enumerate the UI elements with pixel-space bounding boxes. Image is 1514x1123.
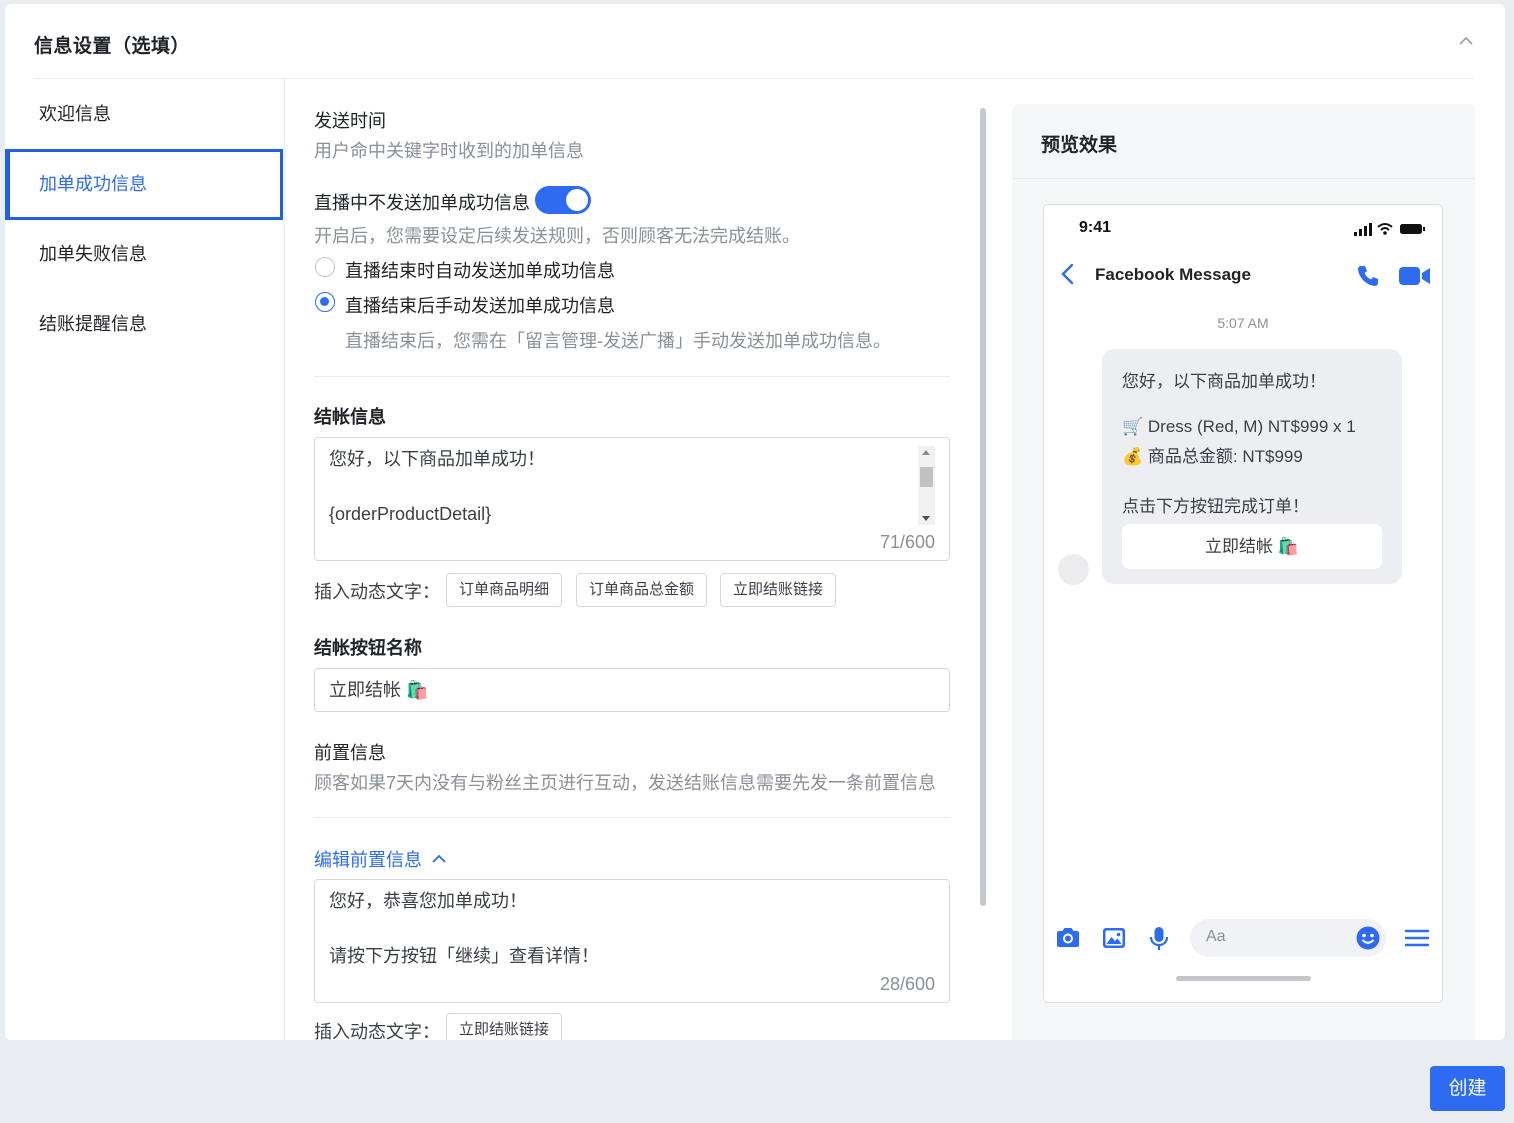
scroll-down-icon[interactable] [922,516,930,521]
button-name-input[interactable]: 立即结帐 🛍️ [314,668,950,712]
pre-message-textarea[interactable]: 您好，恭喜您加单成功！ 请按下方按钮「继续」查看详情！ 28/600 [314,879,950,1003]
camera-icon[interactable] [1054,924,1082,952]
bubble-checkout-button[interactable]: 立即结帐 🛍️ [1122,524,1382,569]
chip-order-total[interactable]: 订单商品总金额 [576,573,708,607]
checkout-message-line2: {orderProductDetail} [329,504,492,524]
preview-title: 预览效果 [1041,135,1118,156]
chip-checkout-link[interactable]: 立即结账链接 [720,573,837,607]
radio-auto-send[interactable] [315,257,335,277]
status-icons [1354,223,1425,236]
emoji-icon[interactable] [1354,924,1382,952]
checkout-message-line1: 您好，以下商品加单成功！ [329,449,545,469]
chevron-up-icon [432,854,446,863]
sidebar: 欢迎信息 加单成功信息 加单失败信息 结账提醒信息 [5,79,285,1040]
compose-placeholder: Aa [1206,928,1226,945]
divider [314,817,950,818]
settings-form: 发送时间 用户命中关键字时收到的加单信息 直播中不发送加单成功信息 开启后，您需… [314,79,950,1040]
button-name-label: 结帐按钮名称 [314,638,422,658]
toggle-knob [566,189,588,211]
menu-icon[interactable] [1403,924,1431,952]
message-bubble: 您好，以下商品加单成功！ 🛒 Dress (Red, M) NT$999 x 1… [1102,349,1402,584]
radio-auto-send-label: 直播结束时自动发送加单成功信息 [345,261,615,281]
home-indicator [1176,976,1311,981]
messenger-header: Facebook Message [1044,249,1442,299]
pre-message-line2: 请按下方按钮「继续」查看详情！ [329,946,599,966]
image-icon[interactable] [1100,924,1128,952]
avatar [1058,554,1089,585]
pre-message-line1: 您好，恭喜您加单成功！ [329,891,527,911]
phone-icon[interactable] [1356,264,1380,288]
live-no-send-toggle[interactable] [535,186,591,214]
chip-order-detail[interactable]: 订单商品明细 [446,573,563,607]
card-title: 信息设置（选填） [34,36,191,57]
insert-dynamic-label-2: 插入动态文字： [314,1022,440,1040]
scroll-thumb[interactable] [920,467,933,487]
video-icon[interactable] [1399,266,1431,286]
message-timestamp: 5:07 AM [1217,315,1269,331]
form-scrollbar[interactable] [980,108,986,906]
bubble-line3: 💰 商品总金额: NT$999 [1122,447,1303,466]
phone-mockup: 9:41 Facebook Message 5:07 AM 您好，以下商品加单成… [1043,204,1443,1003]
preview-panel: 预览效果 9:41 Facebook Message 5:07 AM 您好，以下… [1012,104,1475,1040]
sidebar-item-welcome[interactable]: 欢迎信息 [5,79,285,149]
scroll-up-icon[interactable] [922,450,930,455]
chip-checkout-link-2[interactable]: 立即结账链接 [446,1013,563,1040]
bubble-line4: 点击下方按钮完成订单！ [1122,497,1309,516]
radio-manual-send[interactable] [315,292,335,312]
sidebar-item-add-fail[interactable]: 加单失败信息 [5,219,285,289]
bubble-line1: 您好，以下商品加单成功！ [1122,372,1326,391]
divider [1012,178,1475,179]
bubble-line2: 🛒 Dress (Red, M) NT$999 x 1 [1122,417,1356,436]
insert-dynamic-label: 插入动态文字： [314,582,440,602]
sidebar-item-checkout-reminder[interactable]: 结账提醒信息 [5,289,285,359]
pre-message-count: 28/600 [879,974,935,994]
checkout-message-count: 71/600 [879,532,935,552]
chevron-up-icon[interactable] [1457,32,1475,50]
divider [314,376,950,377]
checkout-message-textarea[interactable]: 您好，以下商品加单成功！ {orderProductDetail} 71/600 [314,437,950,561]
mic-icon[interactable] [1145,924,1173,952]
live-toggle-hint: 开启后，您需要设定后续发送规则，否则顾客无法完成结账。 [314,226,800,246]
pre-message-hint: 顾客如果7天内没有与粉丝主页进行互动，发送结账信息需要先发一条前置信息 [314,773,937,793]
radio-manual-send-label: 直播结束后手动发送加单成功信息 [345,296,615,316]
message-settings-card: 信息设置（选填） 欢迎信息 加单成功信息 加单失败信息 结账提醒信息 发送时间 … [5,4,1505,1040]
send-time-label: 发送时间 [314,111,386,131]
textarea-scrollbar[interactable] [918,446,935,525]
create-button[interactable]: 创建 [1430,1066,1505,1111]
live-toggle-label: 直播中不发送加单成功信息 [314,193,530,213]
pre-message-label: 前置信息 [314,743,386,763]
send-time-hint: 用户命中关键字时收到的加单信息 [314,141,584,161]
sidebar-item-add-success[interactable]: 加单成功信息 [5,149,283,220]
checkout-message-label: 结帐信息 [314,407,386,427]
back-arrow-icon[interactable] [1060,263,1076,285]
radio-hint: 直播结束后，您需在「留言管理-发送广播」手动发送加单成功信息。 [345,331,891,351]
card-header: 信息设置（选填） [34,4,1475,79]
edit-pre-message-label: 编辑前置信息 [314,850,422,870]
messenger-title: Facebook Message [1095,265,1251,284]
edit-pre-message-link[interactable]: 编辑前置信息 [314,846,447,872]
status-time: 9:41 [1079,219,1112,236]
